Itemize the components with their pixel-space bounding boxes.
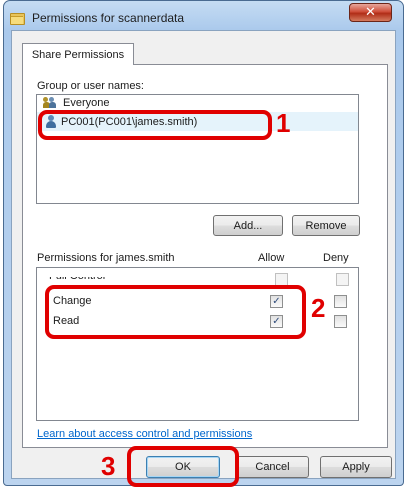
change-deny-checkbox[interactable] [334,295,347,308]
full-control-deny-checkbox[interactable] [336,273,349,286]
permission-row-label: Full Control [49,270,106,282]
list-item-everyone[interactable]: Everyone [43,95,109,110]
callout-box-ok [127,446,239,487]
apply-button[interactable]: Apply [320,456,392,478]
callout-box-user [38,110,272,140]
folder-icon [10,12,25,25]
tab-label: Share Permissions [31,48,125,61]
tab-share-permissions[interactable]: Share Permissions [22,43,134,65]
callout-box-permissions [45,285,306,339]
window-title: Permissions for scannerdata [32,11,185,25]
add-button[interactable]: Add... [213,215,283,236]
close-button[interactable]: ✕ [349,3,392,22]
groups-label: Group or user names: [37,80,144,92]
callout-number-2: 2 [311,293,326,323]
read-deny-checkbox[interactable] [334,315,347,328]
cancel-button[interactable]: Cancel [236,456,309,478]
deny-column-header: Deny [323,252,349,264]
list-item-label: Everyone [63,96,110,109]
callout-number-3: 3 [101,451,116,481]
access-control-help-link[interactable]: Learn about access control and permissio… [37,428,252,440]
group-icon [43,96,57,109]
remove-button[interactable]: Remove [292,215,360,236]
callout-number-1: 1 [276,108,291,138]
allow-column-header: Allow [258,252,285,264]
permissions-label: Permissions for james.smith [37,252,175,264]
title-bar: Permissions for scannerdata [10,8,330,28]
